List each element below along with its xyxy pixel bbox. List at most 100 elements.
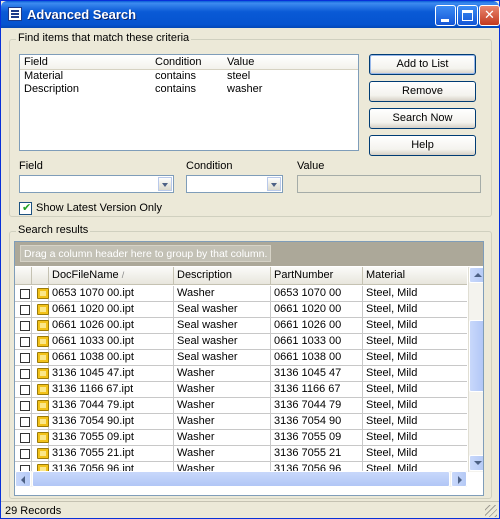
part-file-icon xyxy=(37,320,49,331)
field-label: Field xyxy=(19,160,43,172)
chevron-down-icon[interactable] xyxy=(267,177,281,191)
part-file-icon xyxy=(37,336,49,347)
cell-material: Steel, Mild xyxy=(366,335,418,347)
scroll-right-icon[interactable] xyxy=(451,471,467,487)
row-checkbox[interactable] xyxy=(20,385,30,395)
cell-material: Steel, Mild xyxy=(366,447,418,459)
criteria-row[interactable]: Description contains washer xyxy=(20,83,358,96)
condition-label: Condition xyxy=(186,160,233,172)
group-by-panel[interactable]: Drag a column header here to group by th… xyxy=(15,242,483,266)
horizontal-scrollbar[interactable] xyxy=(15,471,467,487)
cell-description: Washer xyxy=(174,446,271,462)
criteria-col-condition[interactable]: Condition xyxy=(155,56,201,68)
latest-version-label[interactable]: Show Latest Version Only xyxy=(36,202,162,214)
cell-material: Steel, Mild xyxy=(366,287,418,299)
table-row[interactable]: 3136 1045 47.ipt Washer 3136 1045 47 Ste… xyxy=(15,366,467,382)
search-now-button[interactable]: Search Now xyxy=(369,108,476,129)
cell-partnumber: 0661 1038 00 xyxy=(271,350,363,366)
cell-description: Washer xyxy=(174,366,271,382)
cell-material: Steel, Mild xyxy=(366,415,418,427)
results-grid-header: DocFileName / Description PartNumber Mat… xyxy=(15,267,467,285)
criteria-condition: contains xyxy=(155,83,196,95)
minimize-button[interactable] xyxy=(435,5,456,26)
advanced-search-window: Advanced Search ✕ Find items that match … xyxy=(0,0,500,519)
cell-filename: 3136 1166 67.ipt xyxy=(49,382,174,398)
part-file-icon xyxy=(37,448,49,459)
maximize-icon xyxy=(462,10,473,21)
col-partnumber[interactable]: PartNumber xyxy=(271,267,363,285)
row-checkbox[interactable] xyxy=(20,433,30,443)
results-group-title: Search results xyxy=(16,224,91,236)
search-window-icon xyxy=(8,7,22,21)
resize-grip-icon[interactable] xyxy=(485,505,497,517)
help-label: Help xyxy=(411,139,434,151)
scroll-down-icon[interactable] xyxy=(469,455,483,471)
scroll-left-icon[interactable] xyxy=(15,471,31,487)
criteria-list[interactable]: Field Condition Value Material contains … xyxy=(19,54,359,151)
table-row[interactable]: 3136 7054 90.ipt Washer 3136 7054 90 Ste… xyxy=(15,414,467,430)
criteria-field: Material xyxy=(24,70,64,82)
cell-material: Steel, Mild xyxy=(366,431,418,443)
horizontal-scroll-thumb[interactable] xyxy=(32,471,450,487)
row-checkbox[interactable] xyxy=(20,337,30,347)
criteria-row[interactable]: Material contains steel xyxy=(20,70,358,83)
close-button[interactable]: ✕ xyxy=(479,5,500,26)
select-column-header[interactable] xyxy=(15,267,32,285)
icon-column-header[interactable] xyxy=(32,267,49,285)
value-input[interactable] xyxy=(297,175,481,193)
row-checkbox[interactable] xyxy=(20,401,30,411)
row-checkbox[interactable] xyxy=(20,305,30,315)
record-count: 29 Records xyxy=(5,505,62,517)
cell-filename: 3136 7054 90.ipt xyxy=(49,414,174,430)
col-docfilename[interactable]: DocFileName / xyxy=(49,267,174,285)
row-checkbox[interactable] xyxy=(20,353,30,363)
col-partnumber-label: PartNumber xyxy=(274,269,334,281)
add-to-list-button[interactable]: Add to List xyxy=(369,54,476,75)
cell-description: Seal washer xyxy=(174,318,271,334)
col-description-label: Description xyxy=(177,269,233,281)
cell-material: Steel, Mild xyxy=(366,399,418,411)
criteria-col-field[interactable]: Field xyxy=(24,56,48,68)
latest-version-checkbox[interactable]: ✔ xyxy=(19,202,32,215)
row-checkbox[interactable] xyxy=(20,321,30,331)
remove-button[interactable]: Remove xyxy=(369,81,476,102)
row-checkbox[interactable] xyxy=(20,369,30,379)
part-file-icon xyxy=(37,288,49,299)
table-row[interactable]: 0661 1026 00.ipt Seal washer 0661 1026 0… xyxy=(15,318,467,334)
cell-description: Washer xyxy=(174,430,271,446)
cell-partnumber: 0661 1033 00 xyxy=(271,334,363,350)
table-row[interactable]: 3136 7055 21.ipt Washer 3136 7055 21 Ste… xyxy=(15,446,467,462)
cell-material: Steel, Mild xyxy=(366,367,418,379)
table-row[interactable]: 3136 1166 67.ipt Washer 3136 1166 67 Ste… xyxy=(15,382,467,398)
cell-partnumber: 3136 1166 67 xyxy=(271,382,363,398)
cell-partnumber: 3136 7055 21 xyxy=(271,446,363,462)
condition-dropdown[interactable] xyxy=(186,175,283,193)
cell-material: Steel, Mild xyxy=(366,319,418,331)
field-dropdown[interactable] xyxy=(19,175,174,193)
group-by-hint: Drag a column header here to group by th… xyxy=(20,245,272,262)
criteria-col-value[interactable]: Value xyxy=(227,56,254,68)
table-row[interactable]: 0661 1020 00.ipt Seal washer 0661 1020 0… xyxy=(15,302,467,318)
table-row[interactable]: 0653 1070 00.ipt Washer 0653 1070 00 Ste… xyxy=(15,286,467,302)
title-bar[interactable]: Advanced Search ✕ xyxy=(1,1,500,28)
col-material[interactable]: Material xyxy=(363,267,467,285)
table-row[interactable]: 0661 1038 00.ipt Seal washer 0661 1038 0… xyxy=(15,350,467,366)
chevron-down-icon[interactable] xyxy=(158,177,172,191)
table-row[interactable]: 3136 7055 09.ipt Washer 3136 7055 09 Ste… xyxy=(15,430,467,446)
add-to-list-label: Add to List xyxy=(396,58,449,70)
results-grid[interactable]: Drag a column header here to group by th… xyxy=(14,241,484,496)
col-description[interactable]: Description xyxy=(174,267,271,285)
table-row[interactable]: 3136 7044 79.ipt Washer 3136 7044 79 Ste… xyxy=(15,398,467,414)
row-checkbox[interactable] xyxy=(20,289,30,299)
row-checkbox[interactable] xyxy=(20,449,30,459)
scroll-up-icon[interactable] xyxy=(469,267,483,283)
vertical-scroll-thumb[interactable] xyxy=(469,320,483,392)
maximize-button[interactable] xyxy=(457,5,478,26)
help-button[interactable]: Help xyxy=(369,135,476,156)
row-checkbox[interactable] xyxy=(20,417,30,427)
cell-filename: 0653 1070 00.ipt xyxy=(49,286,174,302)
part-file-icon xyxy=(37,384,49,395)
vertical-scrollbar[interactable] xyxy=(468,267,483,472)
table-row[interactable]: 0661 1033 00.ipt Seal washer 0661 1033 0… xyxy=(15,334,467,350)
cell-description: Washer xyxy=(174,286,271,302)
